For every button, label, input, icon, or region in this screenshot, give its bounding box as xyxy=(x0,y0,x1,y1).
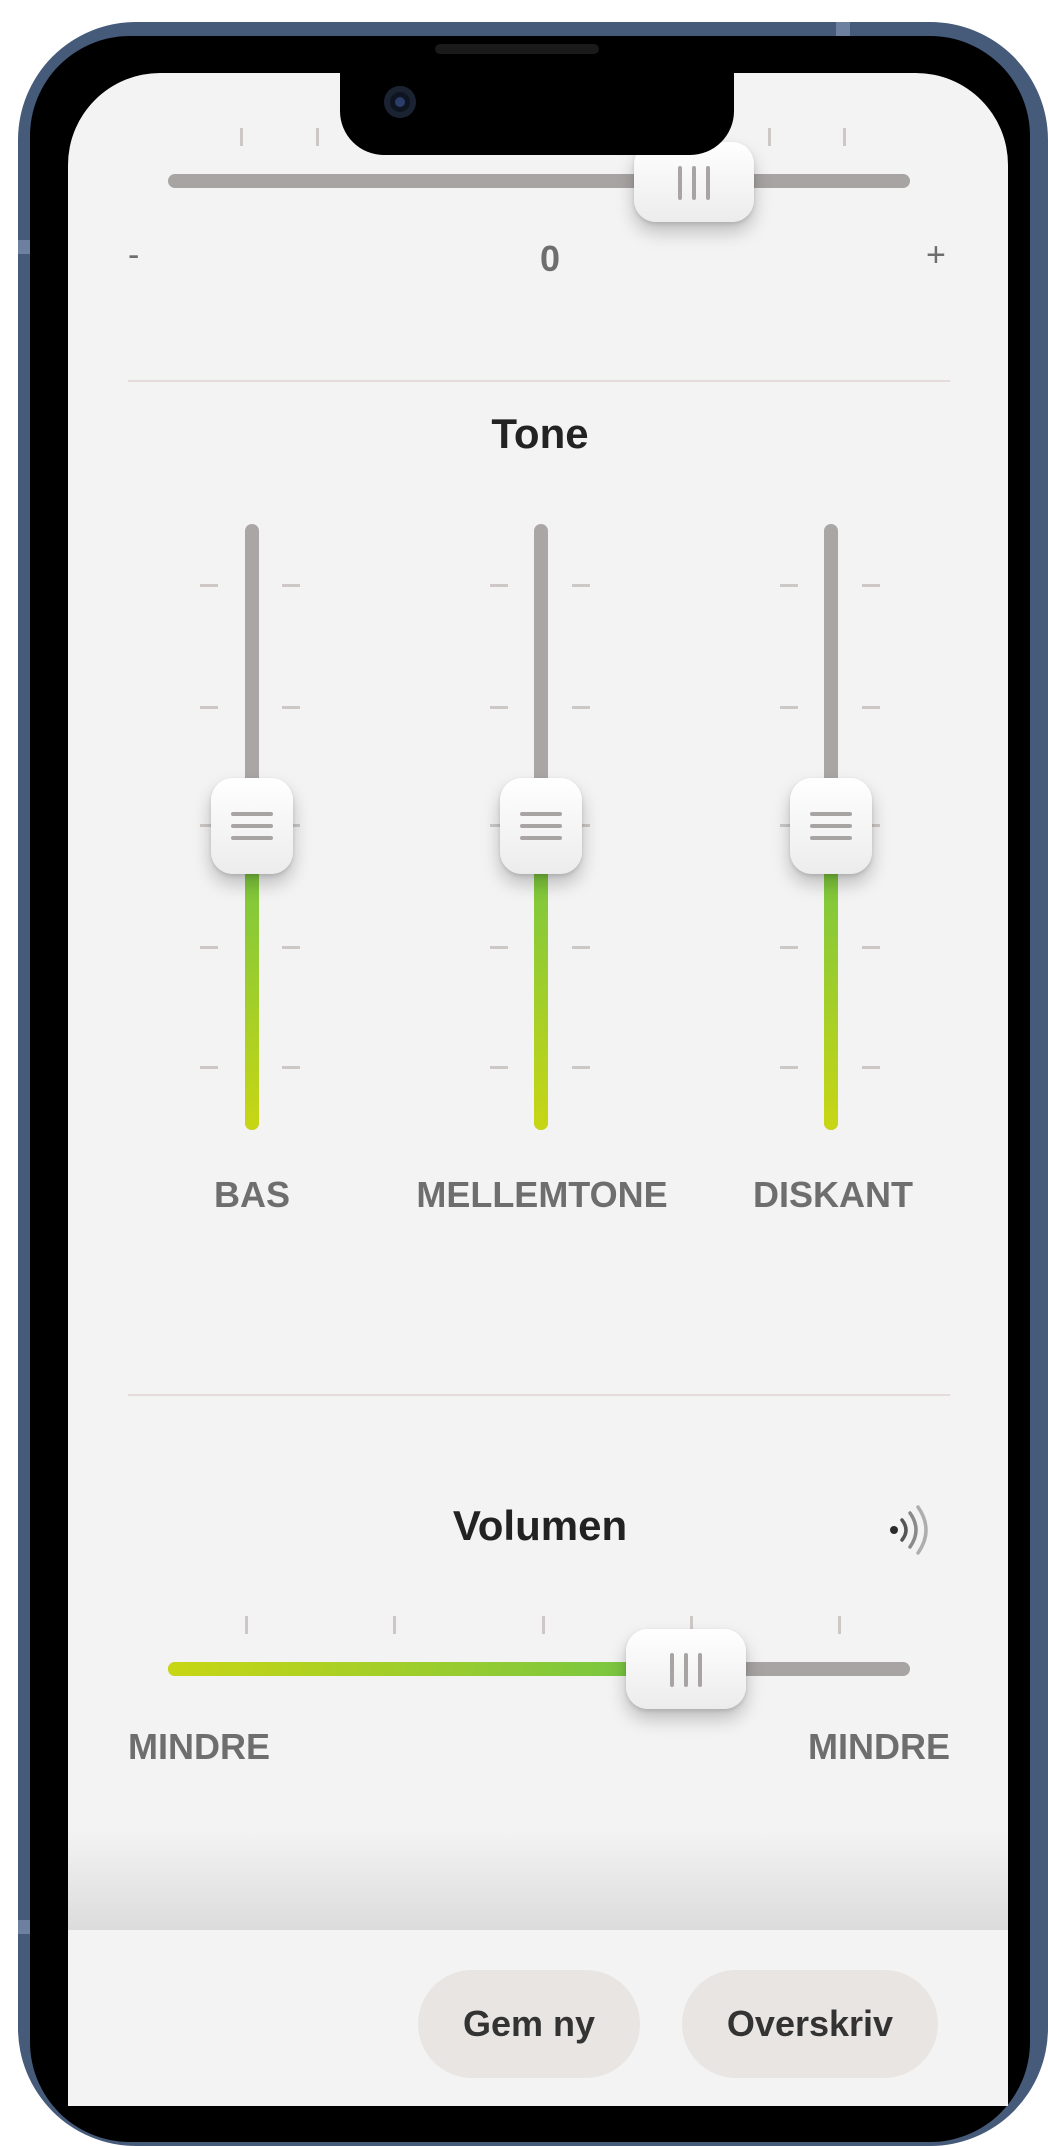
thumb-grip xyxy=(670,1653,674,1687)
slider-tick xyxy=(843,128,846,146)
thumb-grip xyxy=(520,812,562,816)
slider-tick xyxy=(780,706,798,709)
slider-tick xyxy=(200,1066,218,1069)
slider-tick xyxy=(572,706,590,709)
thumb-grip xyxy=(520,824,562,828)
treble-label: DISKANT xyxy=(753,1174,913,1215)
top-slider-track[interactable] xyxy=(168,174,910,188)
thumb-grip xyxy=(706,166,710,200)
bass-label: BAS xyxy=(213,1174,290,1215)
volume-title: Volumen xyxy=(452,1502,628,1549)
midrange-slider-thumb[interactable] xyxy=(500,778,582,874)
overwrite-button[interactable]: Overskriv xyxy=(682,1970,938,2078)
treble-slider-thumb[interactable] xyxy=(790,778,872,874)
slider-tick xyxy=(490,584,508,587)
thumb-grip xyxy=(684,1653,688,1687)
top-slider-min-label: - xyxy=(128,236,140,274)
slider-tick xyxy=(200,946,218,949)
slider-tick xyxy=(542,1616,545,1634)
slider-tick xyxy=(490,706,508,709)
divider xyxy=(128,380,950,382)
thumb-grip xyxy=(810,836,852,840)
slider-tick xyxy=(572,1066,590,1069)
slider-tick xyxy=(572,946,590,949)
thumb-grip xyxy=(810,812,852,816)
volume-min-label: MINDRE xyxy=(128,1726,270,1767)
sound-waves-icon[interactable] xyxy=(882,1502,932,1558)
slider-tick xyxy=(245,1616,248,1634)
thumb-grip xyxy=(678,166,682,200)
save-new-button[interactable]: Gem ny xyxy=(418,1970,640,2078)
slider-tick xyxy=(316,128,319,146)
slider-tick xyxy=(240,128,243,146)
slider-tick xyxy=(490,1066,508,1069)
thumb-grip xyxy=(231,836,273,840)
slider-tick xyxy=(282,946,300,949)
thumb-grip xyxy=(231,812,273,816)
side-button xyxy=(18,1920,30,1934)
slider-tick xyxy=(780,1066,798,1069)
speaker-grille xyxy=(435,44,599,54)
slider-tick xyxy=(572,584,590,587)
slider-tick xyxy=(838,1616,841,1634)
slider-tick xyxy=(862,706,880,709)
volume-slider-thumb[interactable] xyxy=(626,1629,746,1709)
slider-tick xyxy=(282,706,300,709)
slider-tick xyxy=(282,1066,300,1069)
top-slider-value-label: 0 xyxy=(539,238,561,279)
slider-tick xyxy=(862,584,880,587)
slider-tick xyxy=(282,584,300,587)
bass-slider-thumb[interactable] xyxy=(211,778,293,874)
volume-max-label: MINDRE xyxy=(808,1726,950,1767)
side-button xyxy=(18,240,30,254)
midrange-label: MELLEMTONE xyxy=(416,1174,668,1215)
side-button xyxy=(836,22,850,36)
tone-title: Tone xyxy=(491,410,589,457)
volume-slider-fill xyxy=(168,1662,688,1676)
slider-tick xyxy=(768,128,771,146)
camera-icon xyxy=(384,86,416,118)
thumb-grip xyxy=(692,166,696,200)
thumb-grip xyxy=(231,824,273,828)
slider-tick xyxy=(393,1616,396,1634)
slider-tick xyxy=(200,706,218,709)
top-slider-max-label: + xyxy=(926,236,946,274)
slider-tick xyxy=(862,946,880,949)
thumb-grip xyxy=(520,836,562,840)
thumb-grip xyxy=(698,1653,702,1687)
divider xyxy=(128,1394,950,1396)
slider-tick xyxy=(490,946,508,949)
slider-tick xyxy=(780,946,798,949)
bottom-shade xyxy=(68,1830,1008,1930)
thumb-grip xyxy=(810,824,852,828)
slider-tick xyxy=(862,1066,880,1069)
slider-tick xyxy=(780,584,798,587)
slider-tick xyxy=(200,584,218,587)
